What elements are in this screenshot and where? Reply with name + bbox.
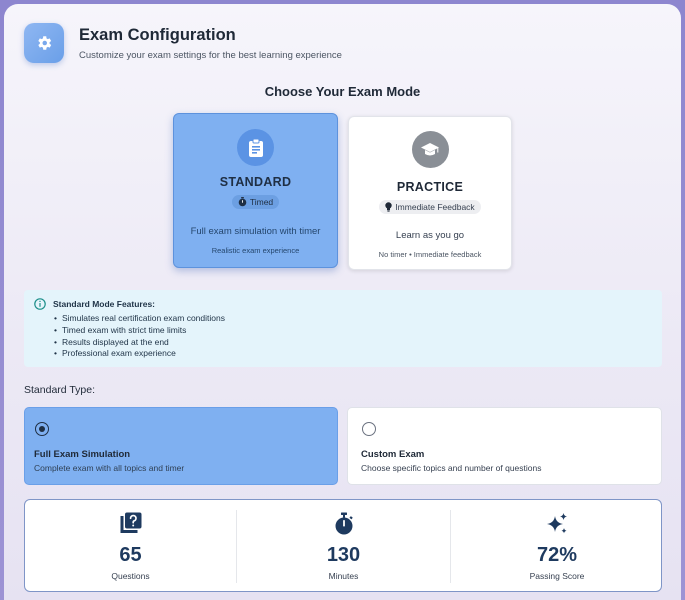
exam-stats: 65 Questions 130 Minutes 72% Passing Sco… <box>24 499 662 592</box>
standard-type-label: Standard Type: <box>24 384 96 396</box>
stat-minutes: 130 Minutes <box>236 510 451 583</box>
sparkles-icon <box>451 512 663 536</box>
stat-label: Minutes <box>328 571 359 581</box>
info-list: Simulates real certification exam condit… <box>54 313 225 360</box>
page-title: Exam Configuration <box>79 26 236 44</box>
timed-badge: Timed <box>231 195 280 209</box>
stat-questions: 65 Questions <box>25 500 236 593</box>
mode-desc-standard: Full exam simulation with timer <box>190 226 321 237</box>
stat-value: 65 <box>119 544 142 566</box>
page-subtitle: Customize your exam settings for the bes… <box>79 50 342 61</box>
mode-name-practice: PRACTICE <box>396 180 464 194</box>
clipboard-icon <box>237 129 274 166</box>
mode-desc-practice: Learn as you go <box>395 230 465 241</box>
stopwatch-icon <box>237 512 450 536</box>
radio-custom-exam[interactable] <box>362 422 376 436</box>
type-option-custom-exam[interactable]: Custom Exam Choose specific topics and n… <box>347 407 662 485</box>
info-item: Simulates real certification exam condit… <box>54 313 225 325</box>
feedback-badge: Immediate Feedback <box>379 200 481 214</box>
feedback-badge-label: Immediate Feedback <box>395 202 475 212</box>
lightbulb-icon <box>385 202 393 212</box>
exam-config-panel: Exam Configuration Customize your exam s… <box>4 4 681 600</box>
gear-icon <box>24 23 64 63</box>
stat-passing-score: 72% Passing Score <box>451 500 663 593</box>
mode-section-title: Choose Your Exam Mode <box>264 84 421 99</box>
type-title: Custom Exam <box>361 449 425 460</box>
type-option-full-exam[interactable]: Full Exam Simulation Complete exam with … <box>24 407 338 485</box>
type-desc: Choose specific topics and number of que… <box>361 463 542 473</box>
info-item: Professional exam experience <box>54 348 225 360</box>
mode-features-info: Standard Mode Features: Simulates real c… <box>24 290 662 367</box>
mode-note-standard: Realistic exam experience <box>211 246 300 255</box>
question-book-icon <box>25 512 236 536</box>
stopwatch-icon <box>238 197 247 207</box>
radio-full-exam[interactable] <box>35 422 49 436</box>
stat-label: Questions <box>111 571 150 581</box>
mode-note-practice: No timer • Immediate feedback <box>378 250 482 259</box>
info-title: Standard Mode Features: <box>53 299 156 309</box>
graduation-cap-icon <box>411 131 449 168</box>
mode-card-standard[interactable]: STANDARD Timed Full exam simulation with… <box>173 113 338 268</box>
info-item: Results displayed at the end <box>54 337 225 349</box>
info-icon <box>34 298 46 310</box>
mode-name-standard: STANDARD <box>219 175 292 189</box>
type-desc: Complete exam with all topics and timer <box>34 463 185 473</box>
stat-label: Passing Score <box>529 571 585 581</box>
type-title: Full Exam Simulation <box>34 449 131 460</box>
stat-value: 72% <box>536 544 578 566</box>
timed-badge-label: Timed <box>249 197 274 207</box>
info-item: Timed exam with strict time limits <box>54 325 225 337</box>
mode-card-practice[interactable]: PRACTICE Immediate Feedback Learn as you… <box>348 116 512 270</box>
stat-value: 130 <box>326 544 361 566</box>
